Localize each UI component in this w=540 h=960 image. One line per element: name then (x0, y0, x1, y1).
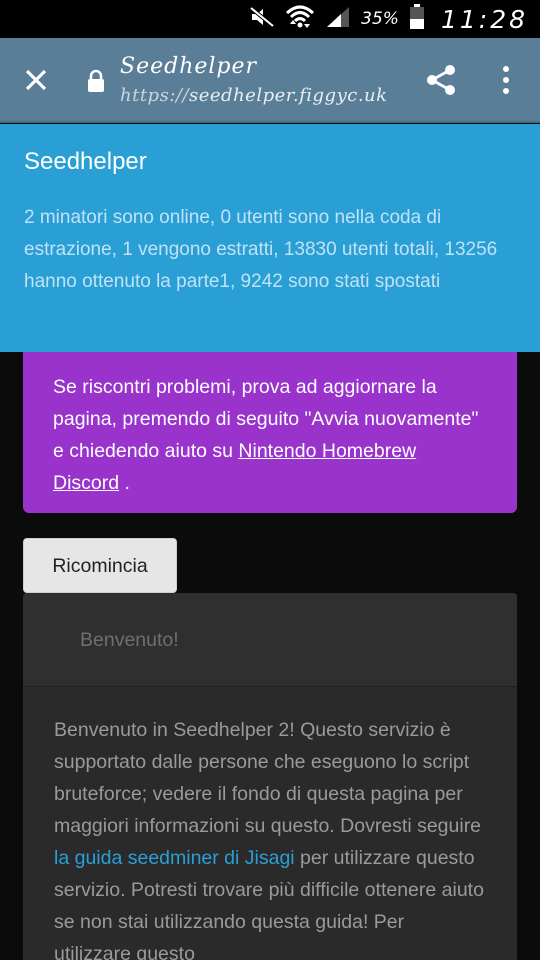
mute-icon (249, 6, 275, 32)
close-icon[interactable] (20, 64, 52, 96)
card-body: Benvenuto in Seedhelper 2! Questo serviz… (23, 687, 517, 960)
alert-text-end: . (119, 472, 130, 494)
miner-stats: 2 minatori sono online, 0 utenti sono ne… (24, 207, 498, 292)
site-title: Seedhelper (24, 148, 147, 175)
url-host: seedhelper.figgyc.uk (189, 85, 388, 106)
battery-percent: 35% (361, 9, 399, 29)
restart-button[interactable]: Ricomincia (23, 538, 177, 593)
help-alert: Se riscontri problemi, prova ad aggiorna… (23, 352, 517, 513)
url-bar[interactable]: https://seedhelper.figgyc.uk (120, 85, 388, 106)
lock-icon (86, 69, 106, 93)
share-icon[interactable] (424, 62, 458, 98)
status-bar: 35% 11:28 (0, 0, 540, 38)
battery-icon (409, 4, 425, 34)
page-title: Seedhelper (120, 54, 258, 79)
card-header: Benvenuto! (23, 593, 517, 687)
wifi-icon (285, 4, 315, 34)
site-header: Seedhelper 2 minatori sono online, 0 ute… (0, 124, 540, 352)
more-vert-icon[interactable] (498, 64, 514, 96)
url-scheme: https:// (120, 85, 190, 106)
welcome-card: Benvenuto! Benvenuto in Seedhelper 2! Qu… (23, 593, 517, 960)
card-title: Benvenuto! (80, 629, 179, 651)
card-text: Benvenuto in Seedhelper 2! Questo serviz… (54, 719, 482, 837)
browser-toolbar: Seedhelper https://seedhelper.figgyc.uk (0, 38, 540, 123)
seedminer-guide-link[interactable]: la guida seedminer di Jisagi (54, 847, 295, 869)
clock: 11:28 (440, 4, 528, 34)
signal-icon (325, 5, 351, 33)
